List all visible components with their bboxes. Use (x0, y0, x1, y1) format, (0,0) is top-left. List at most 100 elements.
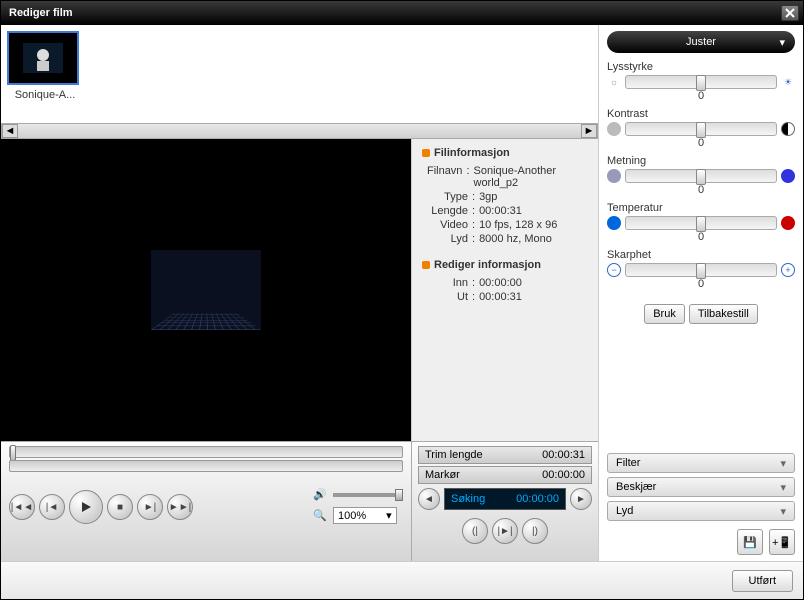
length-value: 00:00:31 (479, 205, 522, 217)
thumbnail-label: Sonique-A... (7, 89, 83, 101)
brightness-value: 0 (607, 90, 795, 102)
marker-label: Markør (425, 469, 542, 481)
contrast-label: Kontrast (607, 108, 795, 120)
volume-knob[interactable] (395, 489, 403, 501)
zoom-select[interactable]: 100%▾ (333, 507, 397, 524)
prev-button[interactable]: |◄ (39, 494, 65, 520)
thumbnail-scrollbar[interactable]: ◄ ► (1, 123, 598, 139)
temperature-slider[interactable] (625, 216, 777, 230)
seek-label: Søking (451, 493, 485, 505)
timeline-handle[interactable] (10, 445, 16, 461)
editinfo-heading: Rediger informasjon (422, 259, 588, 271)
trim-length-row: Trim lengde00:00:31 (418, 446, 592, 464)
save-tool-button[interactable]: 💾 (737, 529, 763, 555)
out-value: 00:00:31 (479, 291, 522, 303)
sharpness-slider[interactable] (625, 263, 777, 277)
filename-value: Sonique-Another world_p2 (474, 165, 589, 189)
volume-icon: 🔊 (313, 488, 327, 501)
video-preview (1, 139, 411, 441)
in-value: 00:00:00 (479, 277, 522, 289)
play-button[interactable] (69, 490, 103, 524)
chevron-down-icon: ▾ (780, 505, 786, 518)
audio-panel[interactable]: Lyd ▾ (607, 501, 795, 521)
stop-button[interactable]: ■ (107, 494, 133, 520)
crop-label: Beskjær (616, 481, 656, 493)
seek-display: Søking 00:00:00 (444, 488, 566, 510)
brightness-slider[interactable] (625, 75, 777, 89)
type-label: Type (422, 191, 468, 203)
in-label: Inn (422, 277, 468, 289)
sharpness-label: Skarphet (607, 249, 795, 261)
chevron-down-icon: ▾ (780, 457, 786, 470)
adjust-dropdown-label: Juster (686, 36, 716, 48)
chevron-down-icon: ▾ (780, 481, 786, 494)
out-label: Ut (422, 291, 468, 303)
temperature-value: 0 (607, 231, 795, 243)
chevron-down-icon: ▾ (386, 509, 392, 522)
filename-label: Filnavn (422, 165, 462, 189)
scroll-left-button[interactable]: ◄ (2, 124, 18, 138)
window-title: Rediger film (9, 7, 73, 19)
video-value: 10 fps, 128 x 96 (479, 219, 557, 231)
thumbnail-strip: Sonique-A... (1, 25, 598, 123)
contrast-high-icon (781, 122, 795, 136)
temperature-label: Temperatur (607, 202, 795, 214)
marker-value: 00:00:00 (542, 469, 585, 481)
temperature-warm-icon (781, 216, 795, 230)
sharpness-knob[interactable] (696, 263, 706, 279)
audio-panel-label: Lyd (616, 505, 633, 517)
saturation-label: Metning (607, 155, 795, 167)
scroll-right-button[interactable]: ► (581, 124, 597, 138)
zoom-icon: 🔍 (313, 509, 327, 522)
temperature-knob[interactable] (696, 216, 706, 232)
filter-panel[interactable]: Filter ▾ (607, 453, 795, 473)
audio-value: 8000 hz, Mono (479, 233, 552, 245)
seek-next-button[interactable]: ► (570, 488, 592, 510)
first-button[interactable]: |◄◄ (9, 494, 35, 520)
next-button[interactable]: ►| (137, 494, 163, 520)
length-label: Lengde (422, 205, 468, 217)
saturation-low-icon (607, 169, 621, 183)
video-label: Video (422, 219, 468, 231)
sharpness-minus-icon: − (607, 263, 621, 277)
apply-button[interactable]: Bruk (644, 304, 685, 324)
brightness-label: Lysstyrke (607, 61, 795, 73)
saturation-value: 0 (607, 184, 795, 196)
brightness-knob[interactable] (696, 75, 706, 91)
done-button[interactable]: Utført (732, 570, 794, 592)
filter-label: Filter (616, 457, 640, 469)
trim-track[interactable] (9, 460, 403, 472)
seek-prev-button[interactable]: ◄ (418, 488, 440, 510)
temperature-cold-icon (607, 216, 621, 230)
contrast-value: 0 (607, 137, 795, 149)
saturation-knob[interactable] (696, 169, 706, 185)
mark-in-button[interactable]: (| (462, 518, 488, 544)
saturation-slider[interactable] (625, 169, 777, 183)
crop-panel[interactable]: Beskjær ▾ (607, 477, 795, 497)
mark-out-button[interactable]: |) (522, 518, 548, 544)
saturation-high-icon (781, 169, 795, 183)
seek-time: 00:00:00 (516, 493, 559, 505)
adjust-dropdown[interactable]: Juster ▾ (607, 31, 795, 53)
fileinfo-heading: Filinformasjon (422, 147, 588, 159)
scroll-track[interactable] (18, 124, 581, 138)
marker-row: Markør00:00:00 (418, 466, 592, 484)
timeline[interactable] (9, 446, 403, 458)
contrast-knob[interactable] (696, 122, 706, 138)
chevron-down-icon: ▾ (779, 36, 785, 49)
add-device-button[interactable]: +📱 (769, 529, 795, 555)
reset-button[interactable]: Tilbakestill (689, 304, 758, 324)
contrast-slider[interactable] (625, 122, 777, 136)
trim-length-value: 00:00:31 (542, 449, 585, 461)
volume-slider[interactable] (333, 493, 403, 497)
type-value: 3gp (479, 191, 497, 203)
close-button[interactable] (781, 5, 799, 21)
last-button[interactable]: ►►| (167, 494, 193, 520)
play-range-button[interactable]: |►| (492, 518, 518, 544)
audio-label: Lyd (422, 233, 468, 245)
thumbnail-item[interactable]: Sonique-A... (7, 31, 83, 117)
sharpness-plus-icon: + (781, 263, 795, 277)
info-panel: Filinformasjon Filnavn:Sonique-Another w… (411, 139, 598, 441)
thumbnail-image (7, 31, 79, 85)
contrast-low-icon (607, 122, 621, 136)
